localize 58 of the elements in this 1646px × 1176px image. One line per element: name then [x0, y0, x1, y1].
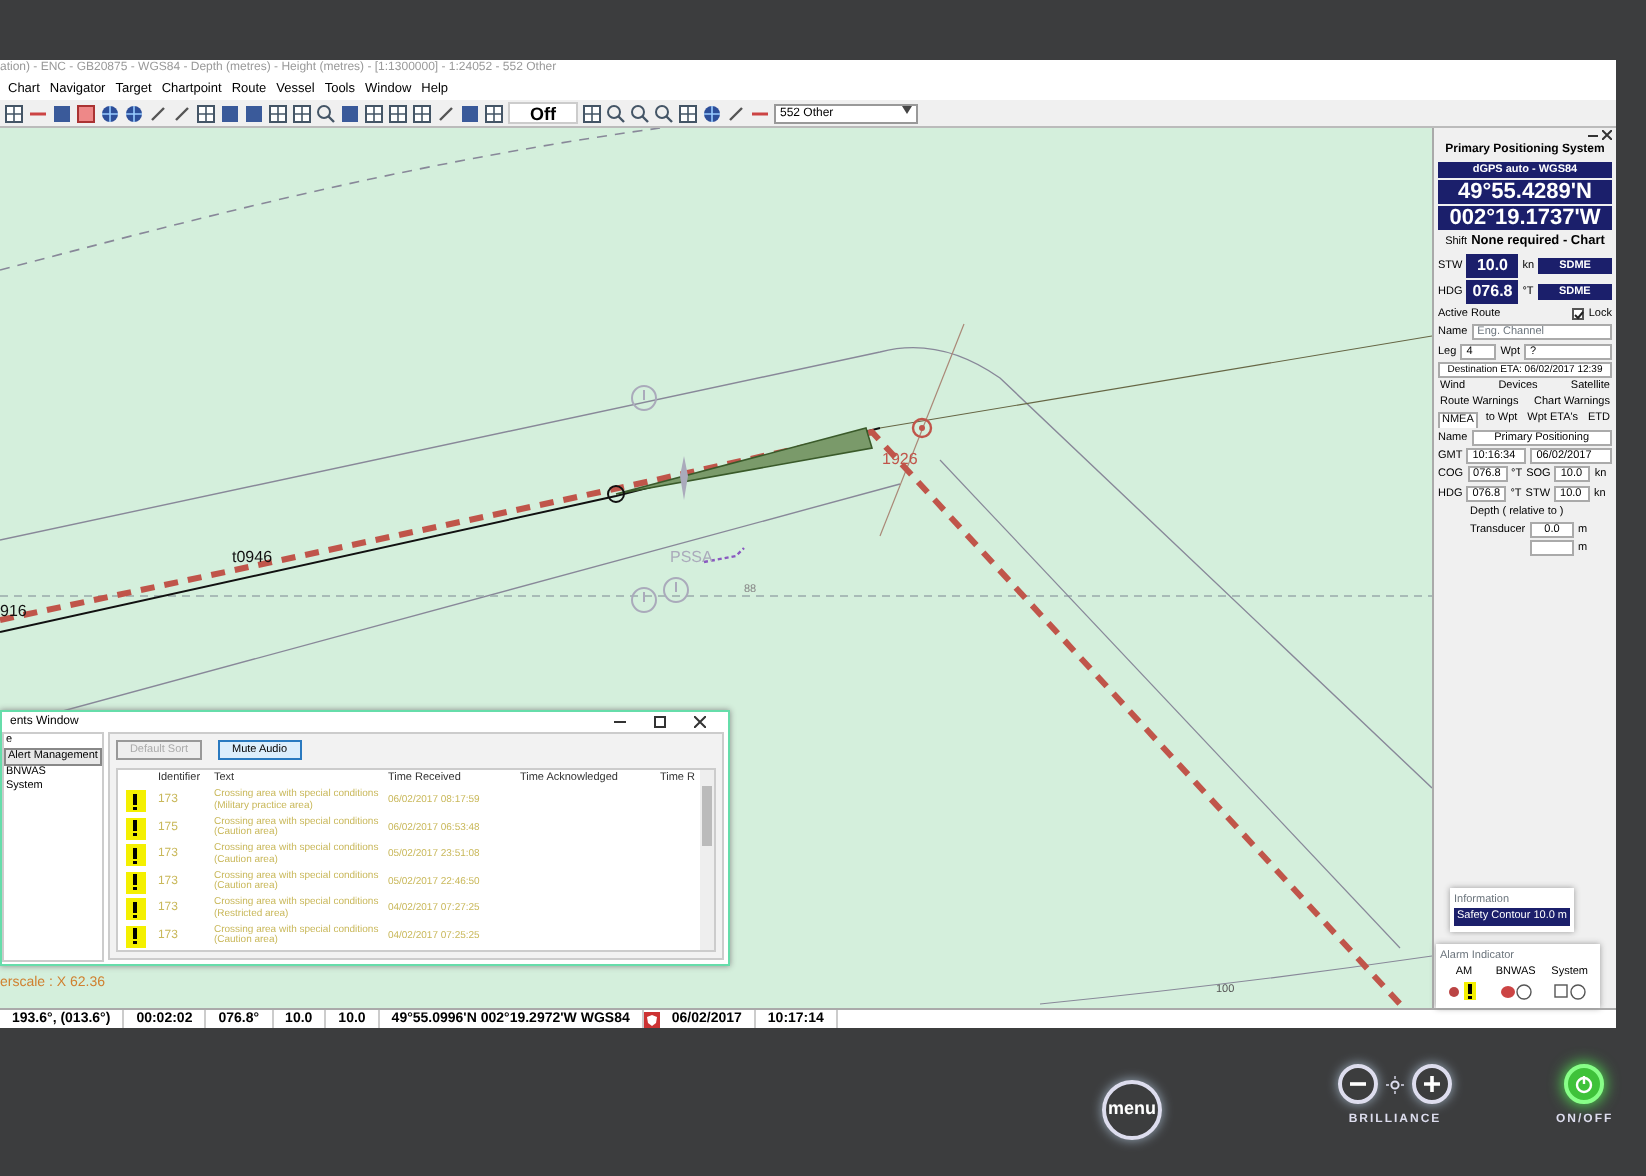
checkmark-icon: [1574, 310, 1585, 321]
latitude-value: 49°55.4289'N: [1438, 180, 1612, 205]
close-icon[interactable]: [694, 715, 706, 728]
grid-icon[interactable]: [678, 103, 698, 123]
zoom-icon[interactable]: [316, 103, 336, 123]
grid-icon[interactable]: [268, 103, 288, 123]
zoom-icon[interactable]: [630, 103, 650, 123]
longitude-value: 002°19.1737'W: [1438, 206, 1612, 231]
speed-value: 076.8: [1466, 280, 1519, 304]
warning-icon: [132, 928, 139, 945]
warning-icon: [132, 874, 139, 891]
maximize-icon[interactable]: [654, 715, 666, 728]
zoom-icon[interactable]: [654, 103, 674, 123]
warning-icon: [132, 901, 139, 918]
square-icon[interactable]: [340, 103, 360, 123]
warning-icon: [132, 847, 139, 864]
zoom-icon[interactable]: [606, 103, 626, 123]
plus-icon[interactable]: [1422, 1074, 1442, 1094]
scrollbar[interactable]: [699, 770, 714, 950]
square-icon[interactable]: [52, 103, 72, 123]
waypoint-icon: [911, 417, 933, 439]
grid-icon[interactable]: [292, 103, 312, 123]
scrollbar-thumb[interactable]: [701, 786, 712, 846]
minimize-icon[interactable]: [1588, 130, 1598, 140]
caution-icon: [631, 587, 657, 613]
grid-icon[interactable]: [196, 103, 216, 123]
chart-label: PSSA: [670, 548, 713, 566]
globe-icon[interactable]: [100, 103, 120, 123]
caution-icon: [631, 385, 657, 411]
close-icon[interactable]: [1602, 130, 1612, 140]
square-icon[interactable]: [244, 103, 264, 123]
minimize-icon[interactable]: [614, 715, 626, 728]
chart-label: 916: [0, 602, 27, 620]
caret-icon: [902, 105, 912, 113]
chart-label: t0946: [232, 548, 273, 566]
warning-icon: [132, 820, 139, 837]
warning-icon: [132, 793, 139, 810]
toggle-button[interactable]: Off: [508, 102, 578, 124]
grid-icon[interactable]: [484, 103, 504, 123]
grid-icon[interactable]: [388, 103, 408, 123]
globe-icon[interactable]: [124, 103, 144, 123]
caution-icon: [663, 577, 689, 603]
grid-icon[interactable]: [582, 103, 602, 123]
grid-icon[interactable]: [412, 103, 432, 123]
square-icon[interactable]: [76, 103, 96, 123]
checkbox[interactable]: [1572, 308, 1585, 321]
alarm-status-icon: [1499, 981, 1532, 1001]
square-icon[interactable]: [220, 103, 240, 123]
alarm-status-icon: [1448, 981, 1480, 1001]
menu-button[interactable]: menu: [1102, 1080, 1162, 1140]
alarm-status-icon: [1553, 981, 1586, 1001]
sun-icon: [1386, 1075, 1404, 1093]
speed-value: 10.0: [1466, 254, 1519, 278]
square-icon[interactable]: [460, 103, 480, 123]
globe-icon[interactable]: [702, 103, 722, 123]
grid-icon[interactable]: [4, 103, 24, 123]
depth-field[interactable]: [1530, 540, 1574, 557]
grid-icon[interactable]: [364, 103, 384, 123]
